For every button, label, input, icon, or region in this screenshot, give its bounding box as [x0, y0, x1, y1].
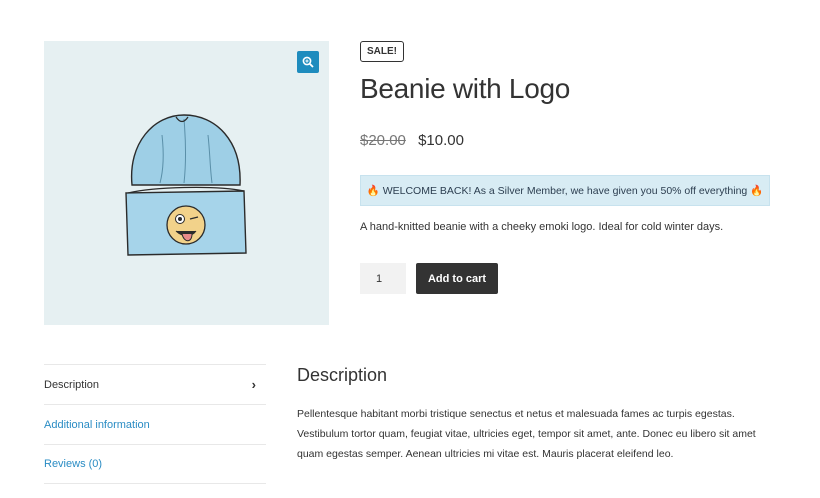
tab-description[interactable]: Description › [44, 364, 266, 404]
panel-body: Pellentesque habitant morbi tristique se… [297, 408, 756, 460]
product-title: Beanie with Logo [360, 73, 571, 104]
product-gallery[interactable] [44, 41, 329, 325]
chevron-right-icon: › [251, 377, 256, 392]
tab-label: Reviews (0) [44, 458, 103, 470]
quantity-input[interactable] [360, 263, 406, 294]
tab-reviews[interactable]: Reviews (0) [44, 444, 266, 484]
sale-price: $10.00 [418, 132, 464, 149]
tab-label: Additional information [44, 418, 150, 431]
tab-additional-information[interactable]: Additional information [44, 404, 266, 444]
add-to-cart-button[interactable]: Add to cart [416, 263, 498, 294]
product-price: $20.00 $10.00 [360, 132, 464, 149]
panel-heading: Description [297, 365, 388, 385]
tab-panel-description: Description Pellentesque habitant morbi … [297, 365, 767, 464]
short-description: A hand-knitted beanie with a cheeky emok… [360, 221, 724, 233]
regular-price: $20.00 [360, 132, 406, 149]
sale-badge: SALE! [360, 41, 404, 62]
product-image [125, 114, 247, 256]
tab-label: Description [44, 378, 100, 391]
product-tabs: Description › Additional information Rev… [44, 364, 266, 484]
zoom-icon[interactable] [297, 51, 319, 73]
member-notice: 🔥 WELCOME BACK! As a Silver Member, we h… [360, 175, 770, 206]
